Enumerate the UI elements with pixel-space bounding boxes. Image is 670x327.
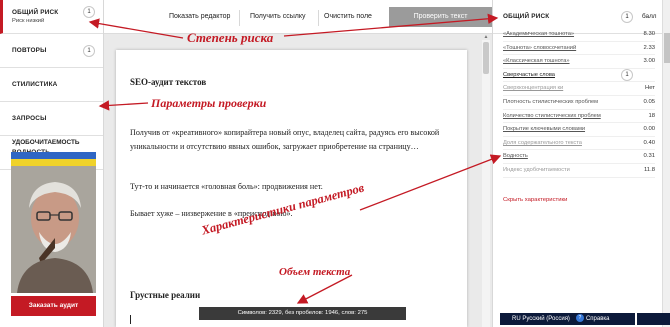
sidebar-item-stylistics[interactable]: СТИЛИСТИКА xyxy=(0,68,103,102)
text-caret xyxy=(130,315,131,324)
metric-value: 3.00 xyxy=(643,58,655,65)
order-audit-button[interactable]: Заказать аудит xyxy=(11,296,96,316)
metric-row: Покрытие ключевыми словами 0.00 xyxy=(493,123,663,137)
metric-name: Плотность стилистических проблем xyxy=(503,99,599,105)
metric-value: 0.00 xyxy=(643,126,655,133)
metric-name[interactable]: Сверхконцентрация ки xyxy=(503,85,563,91)
document-paragraph: Получив от «креативного» копирайтера нов… xyxy=(130,128,440,151)
help-label[interactable]: Справка xyxy=(586,316,610,322)
metric-value: 0.31 xyxy=(643,153,655,160)
count-badge: 1 xyxy=(83,44,95,57)
count-badge: 1 xyxy=(621,11,633,23)
metric-name[interactable]: Количество стилистических проблем xyxy=(503,113,601,119)
metric-row: Количество стилистических проблем 18 xyxy=(493,110,663,124)
sidebar-item-queries[interactable]: ЗАПРОСЫ xyxy=(0,102,103,136)
metric-value: 2.33 xyxy=(643,44,655,51)
taskbar-tray xyxy=(637,313,670,325)
show-editor-button[interactable]: Показать редактор xyxy=(169,0,230,34)
hide-characteristics-link[interactable]: Скрыть характеристики xyxy=(503,197,567,203)
sidebar-item-title: СТИЛИСТИКА xyxy=(12,81,58,88)
document-heading: SEO-аудит текстов xyxy=(130,77,207,87)
help-icon[interactable]: ? xyxy=(575,314,584,323)
top-toolbar: Показать редактор Получить ссылку Очисти… xyxy=(104,0,492,34)
metric-value: 8.30 xyxy=(643,31,655,37)
scroll-up-icon[interactable]: ▲ xyxy=(483,34,489,40)
count-badge: 1 xyxy=(83,6,95,18)
metric-row: Индекс удобочитаемости 11.8 xyxy=(493,164,663,178)
clear-field-button[interactable]: Очистить поле xyxy=(324,0,372,34)
os-taskbar: RU Русский (Россия)? Справка xyxy=(500,313,635,325)
metric-value: 11.8 xyxy=(643,167,655,173)
left-sidebar: ОБЩИЙ РИСК Риск низкий 1 ПОВТОРЫ 1 СТИЛИ… xyxy=(0,0,104,327)
metric-name[interactable]: «Тошнота» словосочетаний xyxy=(503,45,576,51)
annotation-risk-degree: Степень риска xyxy=(187,30,274,45)
author-photo xyxy=(11,166,96,293)
metric-row: Сверхчастые слова 1 xyxy=(493,68,663,83)
sidebar-item-overall-risk[interactable]: ОБЩИЙ РИСК Риск низкий 1 xyxy=(0,0,103,34)
characteristics-panel: ОБЩИЙ РИСК 1 балл «Академическая тошнота… xyxy=(492,0,663,327)
metric-name[interactable]: Доля содержательного текста xyxy=(503,140,582,146)
editor-scrollbar[interactable] xyxy=(482,40,490,327)
metric-badge: 1 xyxy=(621,68,633,81)
language-indicator[interactable]: RU Русский (Россия) xyxy=(512,316,570,322)
metric-value: 0.05 xyxy=(643,99,655,105)
metric-row: «Тошнота» словосочетаний 2.33 xyxy=(493,42,663,56)
metric-row: «Академическая тошнота» 8.30 xyxy=(493,28,663,42)
panel-title: ОБЩИЙ РИСК xyxy=(503,13,550,20)
metric-name: Индекс удобочитаемости xyxy=(503,167,570,173)
metric-name[interactable]: «Классическая тошнота» xyxy=(503,58,570,64)
toolbar-divider xyxy=(239,10,240,26)
annotation-text-volume: Объем текста xyxy=(279,266,351,278)
ukraine-flag-icon xyxy=(11,152,96,166)
check-text-button[interactable]: Проверить текст xyxy=(389,7,492,27)
metric-row: Плотность стилистических проблем 0.05 xyxy=(493,96,663,110)
metric-value: 0.40 xyxy=(643,139,655,146)
toolbar-divider xyxy=(318,10,319,26)
metric-row: Водность 0.31 xyxy=(493,150,663,164)
metric-value: Нет xyxy=(644,85,655,92)
annotation-check-params: Параметры проверки xyxy=(151,96,267,110)
panel-scrollbar[interactable] xyxy=(662,0,670,327)
text-editor[interactable]: SEO-аудит текстов Получив от «креативног… xyxy=(116,50,467,327)
sidebar-item-title: ЗАПРОСЫ xyxy=(12,115,47,122)
metric-name[interactable]: Водность xyxy=(503,153,528,159)
unit-label: балл xyxy=(642,13,657,20)
metric-divider xyxy=(503,176,655,178)
metric-row: Доля содержательного текста 0.40 xyxy=(493,137,663,151)
metric-value: 18 xyxy=(648,112,655,119)
sidebar-section-readability[interactable]: УДОБОЧИТАЕМОСТЬ xyxy=(12,139,79,146)
metric-row: Сверхконцентрация ки Нет xyxy=(493,82,663,96)
document-subheading: Грустные реалии xyxy=(130,290,201,300)
metric-name[interactable]: Покрытие ключевыми словами xyxy=(503,126,585,132)
panel-scrollbar-thumb[interactable] xyxy=(664,33,670,63)
document-paragraph: Тут-то и начинается «головная боль»: про… xyxy=(130,182,323,191)
sidebar-item-repeats[interactable]: ПОВТОРЫ 1 xyxy=(0,34,103,68)
risk-level-text: Риск низкий xyxy=(12,18,45,24)
metric-row: «Классическая тошнота» 3.00 xyxy=(493,55,663,69)
metric-name[interactable]: «Академическая тошнота» xyxy=(503,31,574,37)
get-link-button[interactable]: Получить ссылку xyxy=(250,0,305,34)
editor-scrollbar-thumb[interactable] xyxy=(483,42,489,74)
metric-name[interactable]: Сверхчастые слова xyxy=(503,72,555,78)
text-counter: Символов: 2329, без пробелов: 1946, слов… xyxy=(199,307,406,320)
